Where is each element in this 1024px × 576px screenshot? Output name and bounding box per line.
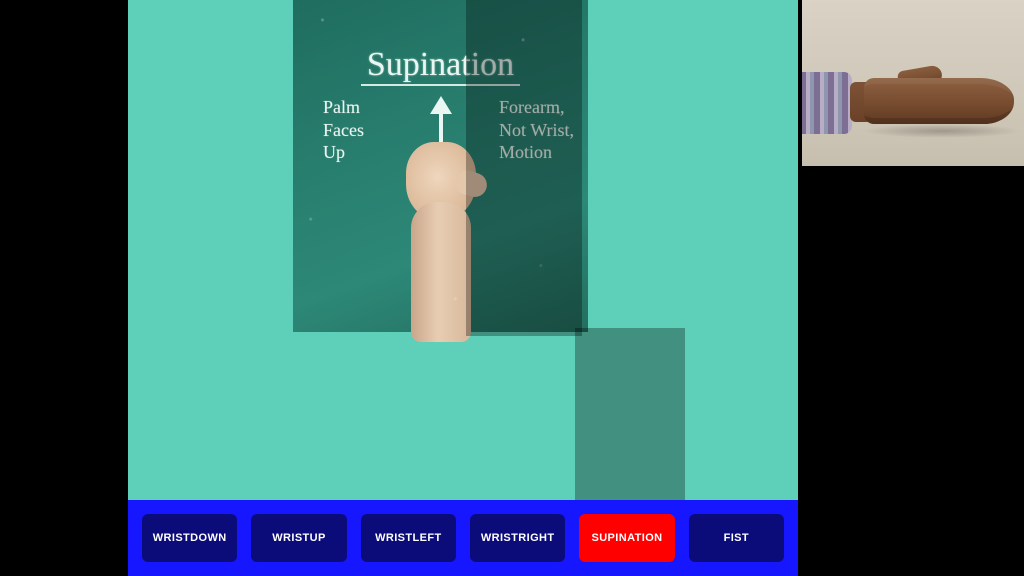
chalkboard-left-text: Palm Faces Up	[323, 96, 364, 164]
main-stage: Supination Palm Faces Up Forearm, Not Wr…	[128, 0, 798, 576]
gesture-button-wristright[interactable]: WRISTRIGHT	[470, 514, 565, 562]
gesture-button-wristleft[interactable]: WRISTLEFT	[361, 514, 456, 562]
gesture-button-supination[interactable]: SUPINATION	[579, 514, 674, 562]
teal-panel: Supination Palm Faces Up Forearm, Not Wr…	[128, 0, 798, 500]
gesture-button-fist[interactable]: FIST	[689, 514, 784, 562]
game-obstacle-lower	[575, 328, 685, 500]
camera-feed	[802, 0, 1024, 166]
game-obstacle-upper	[466, 0, 582, 336]
gesture-button-wristdown[interactable]: WRISTDOWN	[142, 514, 237, 562]
gesture-button-bar: WRISTDOWN WRISTUP WRISTLEFT WRISTRIGHT S…	[128, 500, 798, 576]
camera-hand-shadow	[862, 124, 1022, 138]
camera-sleeve	[802, 72, 852, 134]
camera-palm	[864, 78, 1014, 124]
gesture-button-wristup[interactable]: WRISTUP	[251, 514, 346, 562]
